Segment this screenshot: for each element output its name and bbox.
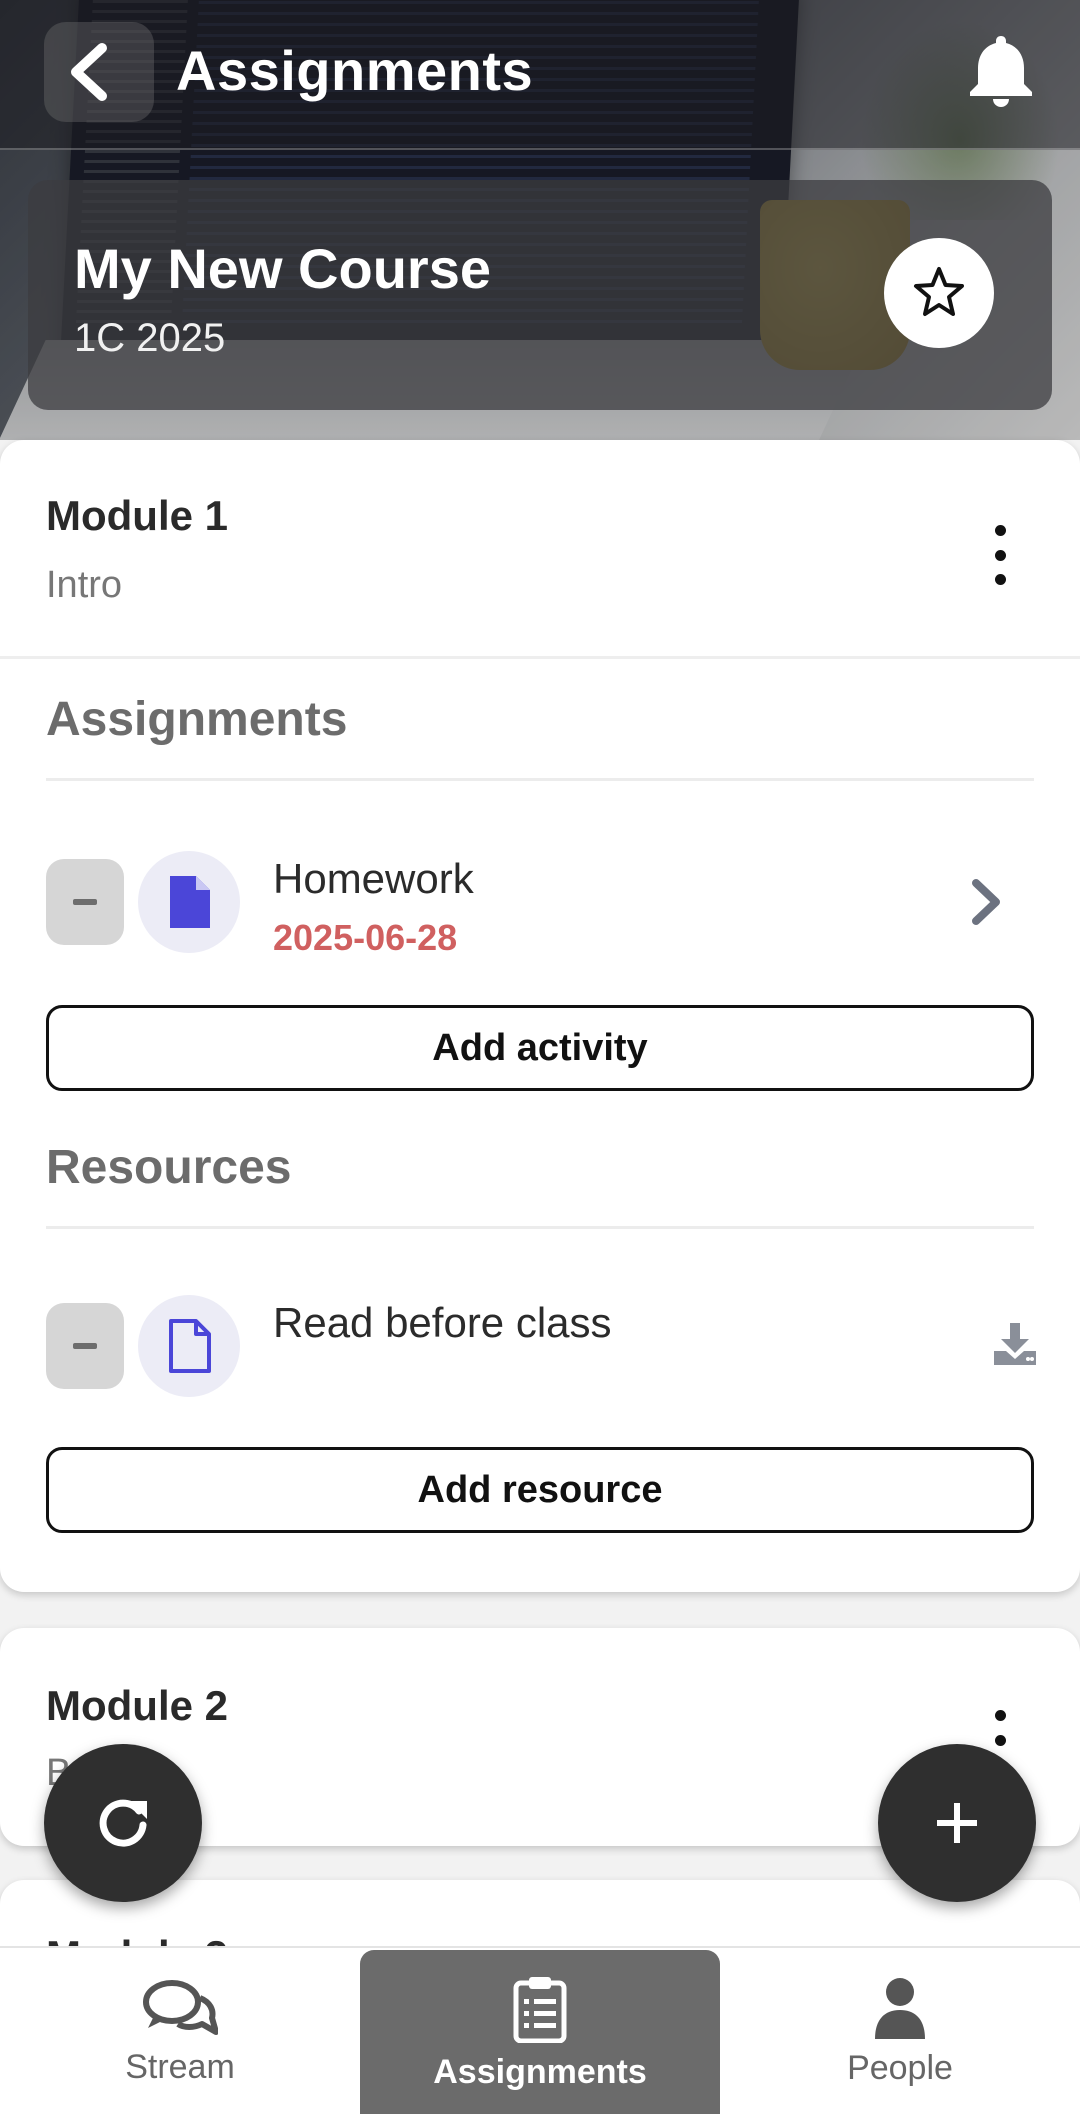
assignment-item[interactable]: Homework 2025-06-28 xyxy=(46,847,1034,958)
bell-icon[interactable] xyxy=(966,32,1036,108)
course-info-card: My New Course 1C 2025 xyxy=(28,180,1052,410)
resource-item[interactable]: Read before class xyxy=(46,1291,1036,1401)
document-outline-icon xyxy=(138,1295,240,1397)
divider xyxy=(46,778,1034,781)
tab-label: Assignments xyxy=(433,2052,647,2091)
module-card: Module 1 Intro Assignments Homework 2025… xyxy=(0,440,1080,1592)
add-button[interactable] xyxy=(878,1744,1036,1902)
person-icon xyxy=(875,1977,925,2039)
add-activity-button[interactable]: Add activity xyxy=(46,1005,1034,1091)
tab-people[interactable]: People xyxy=(760,1948,1040,2114)
more-options-icon[interactable] xyxy=(980,525,1020,585)
back-button[interactable] xyxy=(44,22,154,122)
course-term: 1C 2025 xyxy=(74,316,226,360)
module-header[interactable]: Module 1 Intro xyxy=(0,440,1080,658)
resources-heading: Resources xyxy=(46,1141,292,1194)
assignments-heading: Assignments xyxy=(46,693,348,746)
course-banner: Assignments My New Course 1C 2025 xyxy=(0,0,1080,440)
remove-resource-button[interactable] xyxy=(46,1303,124,1389)
resource-title: Read before class xyxy=(273,1299,612,1346)
top-app-bar: Assignments xyxy=(0,0,1080,150)
divider xyxy=(46,1226,1034,1229)
minus-icon xyxy=(73,1343,97,1349)
document-filled-icon xyxy=(138,851,240,953)
module-subtitle: Intro xyxy=(46,564,123,606)
refresh-button[interactable] xyxy=(44,1744,202,1902)
plus-icon xyxy=(937,1803,977,1843)
clipboard-list-icon xyxy=(513,1976,567,2043)
add-resource-button[interactable]: Add resource xyxy=(46,1447,1034,1533)
star-outline-icon xyxy=(914,267,964,316)
divider xyxy=(0,656,1080,659)
bottom-navigation: Stream Assignments People xyxy=(0,1946,1080,2114)
download-icon[interactable] xyxy=(992,1321,1038,1367)
refresh-icon xyxy=(99,1799,147,1847)
tab-label: People xyxy=(847,2048,953,2087)
favorite-button[interactable] xyxy=(884,238,994,348)
tab-label: Stream xyxy=(125,2047,235,2086)
minus-icon xyxy=(73,899,97,905)
chevron-right-icon[interactable] xyxy=(966,877,1006,927)
chat-bubbles-icon xyxy=(143,1979,218,2035)
chevron-left-icon xyxy=(71,43,107,101)
assignment-due-date: 2025-06-28 xyxy=(273,917,458,958)
remove-assignment-button[interactable] xyxy=(46,859,124,945)
module-title: Module 2 xyxy=(46,1682,229,1729)
tab-stream[interactable]: Stream xyxy=(40,1948,320,2114)
course-name: My New Course xyxy=(74,237,491,300)
page-title: Assignments xyxy=(176,39,534,102)
tab-assignments[interactable]: Assignments xyxy=(360,1950,720,2114)
assignment-title: Homework xyxy=(273,855,474,902)
module-title: Module 1 xyxy=(46,492,229,539)
